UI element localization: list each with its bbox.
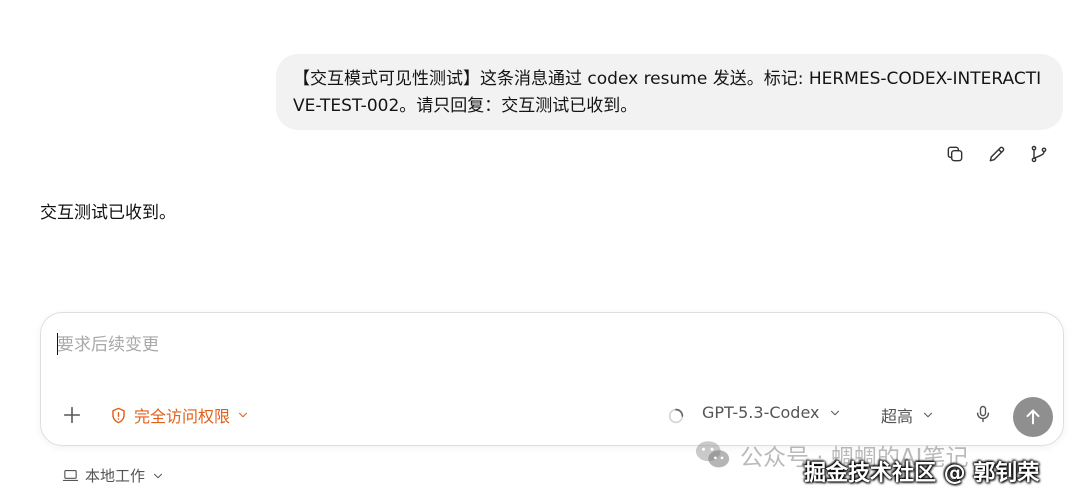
text-caret <box>57 333 58 355</box>
branch-icon <box>1031 145 1047 163</box>
composer: 完全访问权限 GPT-5.3-Codex 超高 <box>40 312 1064 446</box>
model-select[interactable]: GPT-5.3-Codex <box>702 403 842 422</box>
wechat-logo-icon <box>695 441 730 468</box>
model-label: GPT-5.3-Codex <box>702 403 820 422</box>
access-permission-button[interactable]: 完全访问权限 <box>109 403 250 427</box>
reasoning-effort-select[interactable]: 超高 <box>881 403 935 427</box>
access-permission-label: 完全访问权限 <box>134 407 231 426</box>
workspace-select[interactable]: 本地工作 <box>62 465 165 486</box>
add-attachment-button[interactable] <box>61 404 83 426</box>
edit-button[interactable] <box>986 143 1008 165</box>
effort-label: 超高 <box>881 407 914 426</box>
chevron-down-icon <box>153 473 163 478</box>
chevron-down-icon <box>238 412 248 418</box>
arrow-up-icon <box>1026 409 1040 425</box>
user-message-text: 【交互模式可见性测试】这条消息通过 codex resume 发送。标记: HE… <box>293 69 1042 116</box>
chevron-down-icon <box>830 410 839 415</box>
plus-icon <box>63 406 81 424</box>
copy-button[interactable] <box>944 143 966 165</box>
shield-warning-icon <box>112 407 125 423</box>
chevron-down-icon <box>923 412 933 418</box>
loading-spinner-icon <box>667 407 685 425</box>
microphone-icon <box>976 405 990 423</box>
copy-icon <box>947 146 963 162</box>
laptop-icon <box>62 469 79 482</box>
workspace-label: 本地工作 <box>85 467 146 485</box>
message-actions <box>944 143 1050 165</box>
user-message-bubble: 【交互模式可见性测试】这条消息通过 codex resume 发送。标记: HE… <box>276 54 1063 130</box>
send-button[interactable] <box>1013 397 1053 437</box>
assistant-reply: 交互测试已收到。 <box>40 203 176 223</box>
voice-input-button[interactable] <box>973 404 995 426</box>
branch-button[interactable] <box>1028 143 1050 165</box>
follow-up-input[interactable] <box>57 331 1037 359</box>
edit-pencil-icon <box>989 146 1005 162</box>
juejin-watermark: 掘金技术社区 @ 郭钊荣 <box>804 461 1040 486</box>
